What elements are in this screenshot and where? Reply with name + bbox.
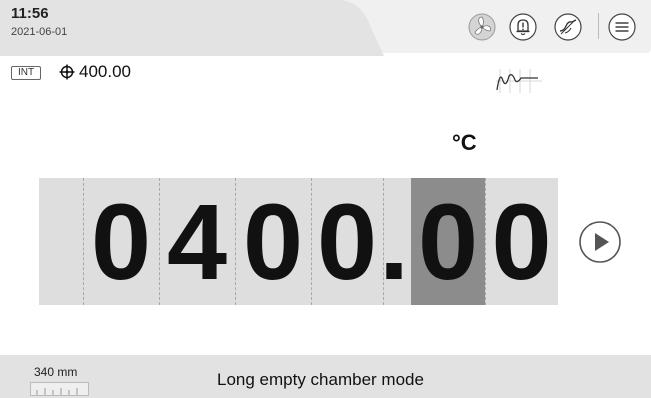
chamber-size-label: 340 mm: [34, 365, 78, 379]
header-bar: 11:56 2021-06-01: [0, 0, 651, 56]
setpoint-value: 400.00: [79, 62, 131, 81]
header-separator: [598, 13, 599, 39]
digit-divider: [83, 178, 84, 305]
digit-cell-5[interactable]: 0: [485, 178, 558, 305]
trend-chart-button[interactable]: [492, 66, 542, 96]
digit-divider: [383, 178, 384, 305]
digit-cell-1[interactable]: 4: [159, 178, 235, 305]
digit-cell-0[interactable]: 0: [83, 178, 159, 305]
alarm-button[interactable]: [508, 12, 538, 42]
temperature-unit: °C: [452, 130, 477, 155]
curve-button[interactable]: [553, 12, 583, 42]
chamber-mode-status: Long empty chamber mode: [217, 370, 424, 389]
temperature-digit-panel: 0 4 0 0 . 0 0: [39, 178, 558, 305]
menu-button[interactable]: [607, 12, 637, 42]
menu-icon: [608, 13, 636, 41]
fan-icon: [468, 13, 496, 41]
curve-icon: [554, 13, 582, 41]
digit-divider: [311, 178, 312, 305]
footer-bar: 340 mm Long empty chamber mode: [0, 355, 651, 398]
setpoint-target-icon: [59, 64, 75, 80]
fan-button[interactable]: [467, 12, 497, 42]
digit-divider: [485, 178, 486, 305]
screen: 11:56 2021-06-01 INT 400.00 °C 0 4 0 0 .…: [0, 0, 651, 398]
alarm-bell-icon: [509, 13, 537, 41]
digit-divider: [235, 178, 236, 305]
trend-chart-icon: [496, 69, 542, 93]
clock-time: 11:56: [11, 5, 49, 22]
int-mode-badge[interactable]: INT: [11, 66, 41, 80]
play-icon: [579, 221, 621, 263]
digit-cell-4-selected[interactable]: 0: [411, 178, 485, 305]
ruler-icon: [30, 382, 89, 396]
start-button[interactable]: [578, 220, 622, 264]
digit-cell-3[interactable]: 0: [311, 178, 383, 305]
digit-divider: [159, 178, 160, 305]
clock-date: 2021-06-01: [11, 26, 68, 38]
digit-cell-2[interactable]: 0: [235, 178, 311, 305]
